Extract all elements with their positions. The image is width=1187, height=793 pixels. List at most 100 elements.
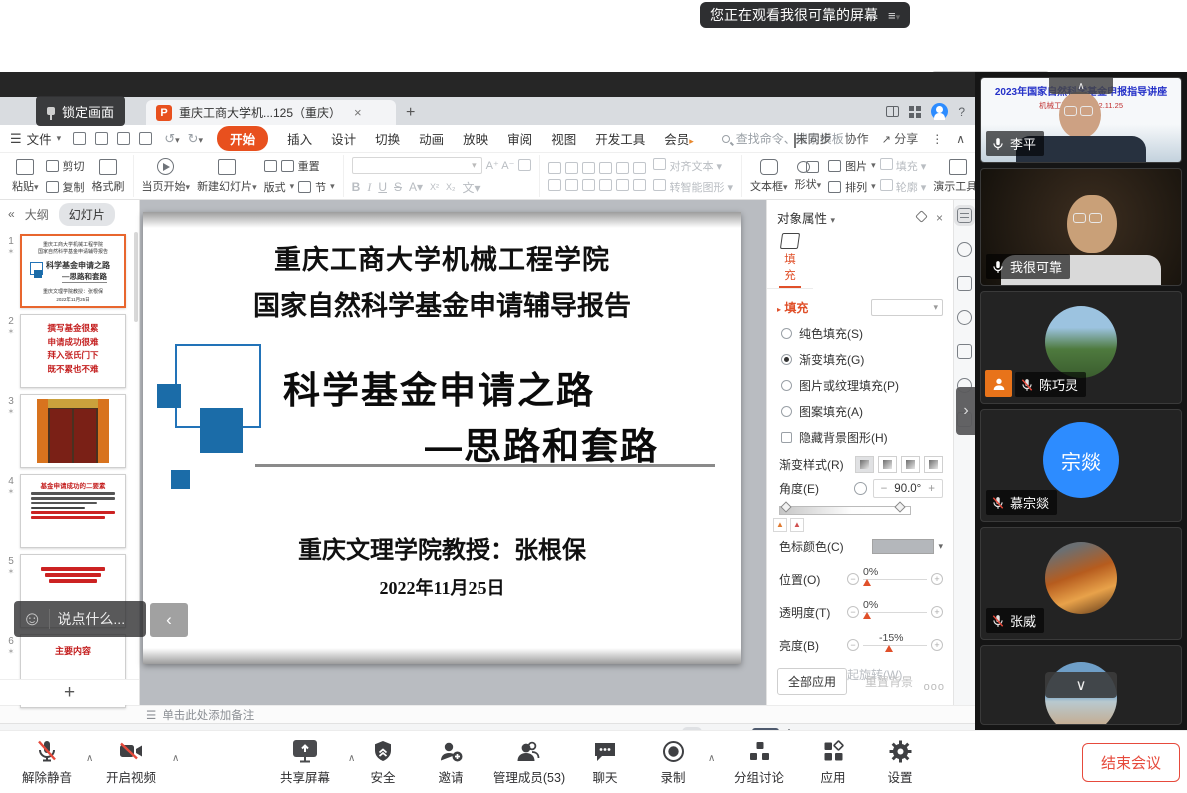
- breakout-rooms-button[interactable]: 分组讨论: [724, 738, 794, 786]
- tab-insert[interactable]: 插入: [287, 129, 312, 148]
- document-tab[interactable]: P 重庆工商大学机...125（重庆） ×: [146, 100, 396, 125]
- stop-color-swatch[interactable]: [872, 539, 934, 554]
- properties-strip-icon[interactable]: [957, 208, 972, 223]
- slide-thumb-3[interactable]: 3✶: [2, 394, 135, 468]
- help-icon[interactable]: ?: [958, 105, 965, 119]
- unmute-button[interactable]: 解除静音: [12, 738, 82, 786]
- reset-button[interactable]: 重置: [298, 158, 320, 174]
- participant-tile-zhangwei[interactable]: 张威: [980, 527, 1182, 640]
- collab-button[interactable]: 协作: [845, 130, 869, 147]
- align-text-button[interactable]: 对齐文本 ▾: [653, 158, 733, 174]
- gradient-stop[interactable]: [780, 501, 791, 512]
- option-gradient-fill[interactable]: 渐变填充(G): [767, 346, 953, 372]
- start-video-button[interactable]: 开启视频: [96, 738, 166, 786]
- slide-thumb-1[interactable]: 1✶ 重庆工商大学机械工程学院 国家自然科学基金申请辅导报告 科学基金申请之路 …: [2, 234, 135, 308]
- gradient-style-buttons[interactable]: [855, 456, 943, 473]
- cut-button[interactable]: 剪切: [46, 158, 85, 174]
- invite-button[interactable]: 邀请: [424, 738, 478, 786]
- notes-bar[interactable]: ☰ 单击此处添加备注: [0, 705, 975, 723]
- participant-tile-muzongyi[interactable]: 宗燚 慕宗燚: [980, 409, 1182, 522]
- shape-button[interactable]: 形状▾: [795, 161, 822, 192]
- share-button[interactable]: ↗ 分享: [882, 130, 919, 147]
- chat-collapse-button[interactable]: ‹: [150, 603, 188, 637]
- collapse-tiles-button[interactable]: ∧: [1049, 78, 1113, 94]
- grid-view-icon[interactable]: [909, 106, 921, 118]
- security-button[interactable]: 安全: [356, 738, 410, 786]
- gradient-stops-bar[interactable]: [779, 506, 911, 515]
- output-icon[interactable]: [95, 132, 108, 145]
- settings-button[interactable]: 设置: [872, 738, 928, 786]
- thumbnail-scrollbar[interactable]: [134, 232, 138, 322]
- tab-home[interactable]: 开始: [217, 126, 268, 151]
- slide-canvas[interactable]: 重庆工商大学机械工程学院 国家自然科学基金申请辅导报告 科学基金申请之路 —思路…: [143, 212, 741, 664]
- present-tools-button[interactable]: 演示工具▾: [933, 159, 975, 194]
- split-view-icon[interactable]: [886, 106, 899, 117]
- record-options-chevron[interactable]: ∧: [708, 753, 715, 764]
- record-button[interactable]: 录制: [646, 738, 700, 786]
- pin-panel-icon[interactable]: [915, 210, 928, 223]
- tab-view[interactable]: 视图: [551, 129, 576, 148]
- tab-transition[interactable]: 切换: [375, 129, 400, 148]
- format-painter-button[interactable]: 格式刷: [92, 159, 125, 194]
- brightness-slider[interactable]: − -15% +: [847, 639, 943, 651]
- remove-stop-button[interactable]: ▲: [790, 518, 804, 532]
- redo-icon[interactable]: ↻▾: [188, 131, 203, 147]
- chat-button[interactable]: 聊天: [578, 738, 632, 786]
- font-format-buttons[interactable]: BIUSA▾X²X₂文▾: [352, 179, 532, 196]
- slides-tab[interactable]: 幻灯片: [59, 203, 115, 226]
- paste-button[interactable]: 粘贴▾: [12, 159, 39, 194]
- section-icon[interactable]: [298, 181, 311, 193]
- layout-icon[interactable]: [264, 160, 277, 172]
- emoji-icon[interactable]: ☺: [22, 609, 42, 629]
- text-box-button[interactable]: 文本框▾: [750, 159, 788, 194]
- mic-options-chevron[interactable]: ∧: [86, 753, 93, 764]
- end-meeting-button[interactable]: 结束会议: [1082, 743, 1180, 782]
- file-menu[interactable]: ☰ 文件 ▾: [10, 129, 61, 148]
- tab-close-icon[interactable]: ×: [354, 105, 362, 120]
- fill-preset-select[interactable]: ▾: [871, 299, 943, 316]
- image-strip-icon[interactable]: [957, 344, 972, 359]
- sync-status[interactable]: 未同步: [794, 130, 832, 147]
- reset-icon[interactable]: [281, 160, 294, 172]
- fill-tab[interactable]: 填充: [767, 229, 813, 289]
- apply-all-button[interactable]: 全部应用: [777, 668, 847, 695]
- manage-members-button[interactable]: 管理成员(53): [486, 738, 572, 786]
- account-avatar[interactable]: [931, 103, 948, 120]
- video-options-chevron[interactable]: ∧: [172, 753, 179, 764]
- section-button[interactable]: 节: [315, 179, 326, 195]
- copy-button[interactable]: 复制: [46, 179, 85, 195]
- font-family-select[interactable]: ▾: [352, 157, 482, 174]
- panel-collapse-icon[interactable]: «: [8, 207, 15, 221]
- gradient-stop[interactable]: [894, 501, 905, 512]
- participant-tile-partial[interactable]: ∨: [980, 645, 1182, 725]
- duplicate-strip-icon[interactable]: [957, 276, 972, 291]
- preview-icon[interactable]: [139, 132, 152, 145]
- tab-slideshow[interactable]: 放映: [463, 129, 488, 148]
- undo-icon[interactable]: ↺▾: [164, 131, 179, 147]
- transparency-slider[interactable]: − 0% +: [847, 606, 943, 618]
- option-pattern-fill[interactable]: 图案填充(A): [767, 398, 953, 424]
- reset-background-button[interactable]: 重置背景: [855, 669, 923, 694]
- slide-thumb-4[interactable]: 4✶ 基金申请成功的二要素: [2, 474, 135, 548]
- rotate-icon[interactable]: [854, 482, 867, 495]
- angle-stepper[interactable]: −90.0°+: [873, 479, 943, 498]
- tab-member[interactable]: 会员▸: [664, 129, 694, 148]
- hide-background-checkbox[interactable]: 隐藏背景图形(H): [767, 424, 953, 450]
- share-screen-button[interactable]: 共享屏幕: [268, 738, 342, 786]
- beautify-strip-icon[interactable]: [957, 242, 972, 257]
- more-icon[interactable]: ⋮: [931, 132, 943, 146]
- layout-button[interactable]: 版式: [264, 179, 286, 195]
- scroll-down-button[interactable]: ∨: [1045, 672, 1117, 698]
- tab-design[interactable]: 设计: [331, 129, 356, 148]
- participant-tile-liping[interactable]: 2023年国家自然科学基金申报指导讲座 机械工程学院 2022.11.25 ∧ …: [980, 77, 1182, 163]
- arrange-button[interactable]: 排列: [845, 179, 867, 195]
- participant-tile-wohenkekao[interactable]: 我很可靠: [980, 168, 1182, 286]
- slide-thumb-2[interactable]: 2✶ 撰写基金很累 申请成功很难 拜入张氏门下 既不累也不难: [2, 314, 135, 388]
- outline-tab[interactable]: 大纲: [25, 206, 49, 223]
- new-tab-button[interactable]: +: [406, 104, 415, 122]
- outline-button[interactable]: 轮廓 ▾: [880, 179, 927, 195]
- add-stop-button[interactable]: ▲: [773, 518, 787, 532]
- chat-quick-input[interactable]: ☺ 说点什么...: [14, 601, 146, 637]
- print-icon[interactable]: [117, 132, 130, 145]
- picture-button[interactable]: 图片: [845, 158, 867, 174]
